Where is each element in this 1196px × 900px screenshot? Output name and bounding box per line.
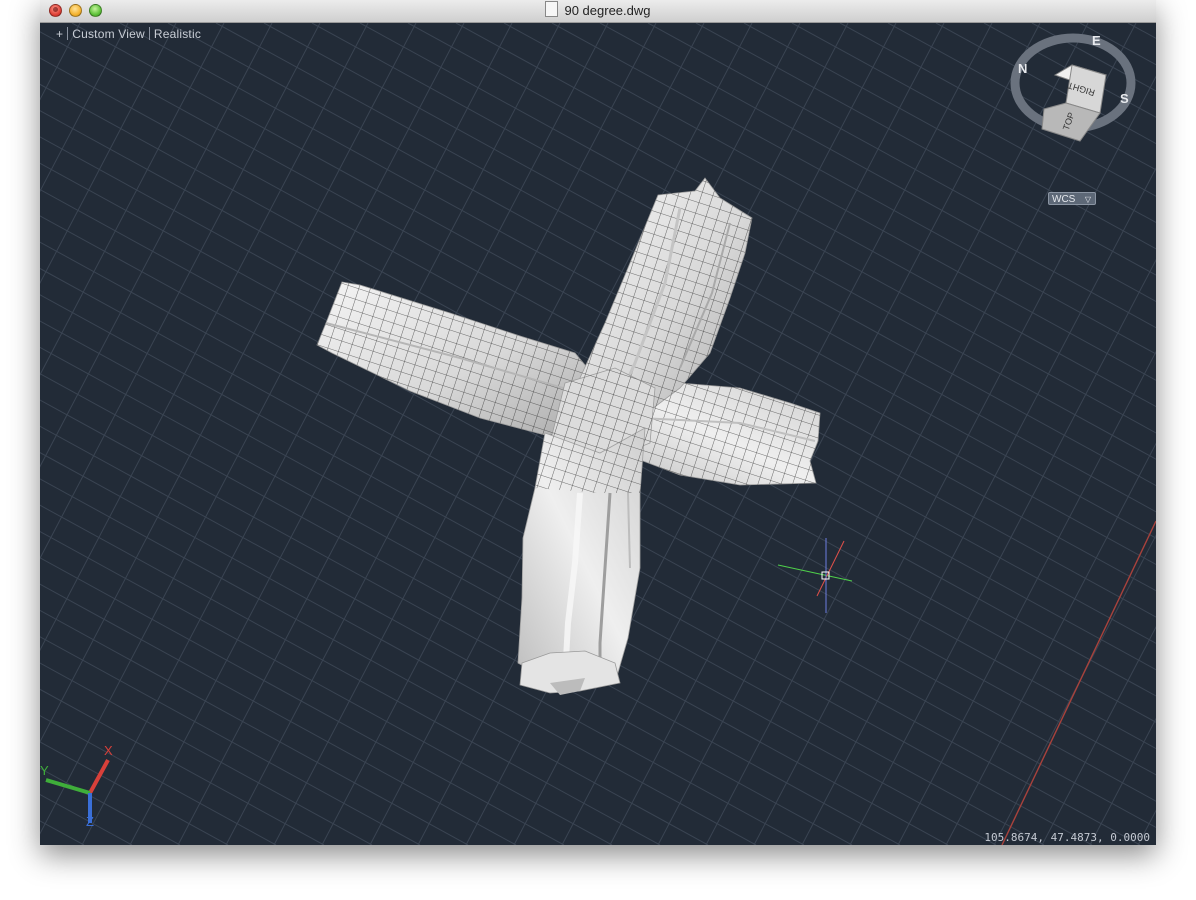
cursor-coordinates: 105.8674, 47.4873, 0.0000: [984, 831, 1150, 844]
wcs-menu-label: WCS: [1052, 194, 1076, 205]
grid-line: [40, 23, 273, 468]
compass-north-label[interactable]: N: [1018, 61, 1027, 76]
grid-line: [40, 23, 321, 560]
compass-south-label[interactable]: S: [1120, 91, 1129, 106]
grid-line: [1137, 809, 1156, 845]
grid-line: [1079, 23, 1156, 66]
grid-line: [40, 23, 81, 101]
visual-style-menu[interactable]: Realistic: [150, 27, 205, 41]
grid-line: [40, 23, 225, 376]
grid-line: [839, 23, 1156, 197]
grid-line: [1031, 23, 1156, 92]
grid-line: [40, 688, 325, 845]
grid-line: [40, 741, 229, 845]
grid-line: [40, 530, 613, 845]
grid-line: [1089, 717, 1156, 845]
window-title: 90 degree.dwg: [564, 3, 651, 18]
grid-line: [791, 23, 1156, 224]
grid-line: [40, 23, 465, 835]
grid-line: [40, 23, 369, 652]
grid-line: [993, 534, 1156, 845]
drawing-viewport[interactable]: N E S RIGHT TOP X Y Z + Custom View Realis…: [40, 23, 1156, 845]
grid-line: [40, 662, 373, 845]
window-title-area: 90 degree.dwg: [40, 0, 1156, 22]
grid-line: [40, 23, 417, 743]
grid-line: [897, 350, 1156, 845]
grid-line: [983, 23, 1156, 118]
viewport-controls: + Custom View Realistic: [52, 27, 205, 41]
ucs-x-label: X: [104, 743, 113, 758]
viewport-menu-button[interactable]: +: [52, 27, 67, 41]
grid-line: [945, 442, 1156, 845]
compass-east-label[interactable]: E: [1092, 33, 1101, 48]
view-name-menu[interactable]: Custom View: [68, 27, 149, 41]
grid-line: [40, 320, 997, 845]
viewcube[interactable]: N E S RIGHT TOP: [1010, 33, 1136, 142]
dwg-file-icon: [545, 1, 559, 17]
grid-line: [40, 820, 85, 845]
grid-line: [887, 23, 1156, 171]
3d-solid-model[interactable]: [316, 177, 821, 695]
ucs-z-label: Z: [86, 814, 94, 829]
grid-line: [40, 636, 421, 845]
model-space-canvas[interactable]: N E S RIGHT TOP X Y Z: [40, 23, 1156, 845]
drawing-window: 90 degree.dwg N E S RIGHT TOP X Y Z + Cu…: [40, 0, 1156, 845]
ucs-icon: X Y Z: [40, 743, 113, 829]
title-bar[interactable]: 90 degree.dwg: [40, 0, 1156, 23]
grid-line: [801, 167, 1156, 845]
chevron-down-icon: ▽: [1084, 195, 1091, 204]
grid-line: [40, 23, 177, 285]
ucs-y-label: Y: [40, 763, 49, 778]
wcs-menu[interactable]: WCS ▽: [1048, 192, 1096, 205]
grid-line: [40, 715, 277, 845]
grid-line: [1127, 23, 1156, 39]
